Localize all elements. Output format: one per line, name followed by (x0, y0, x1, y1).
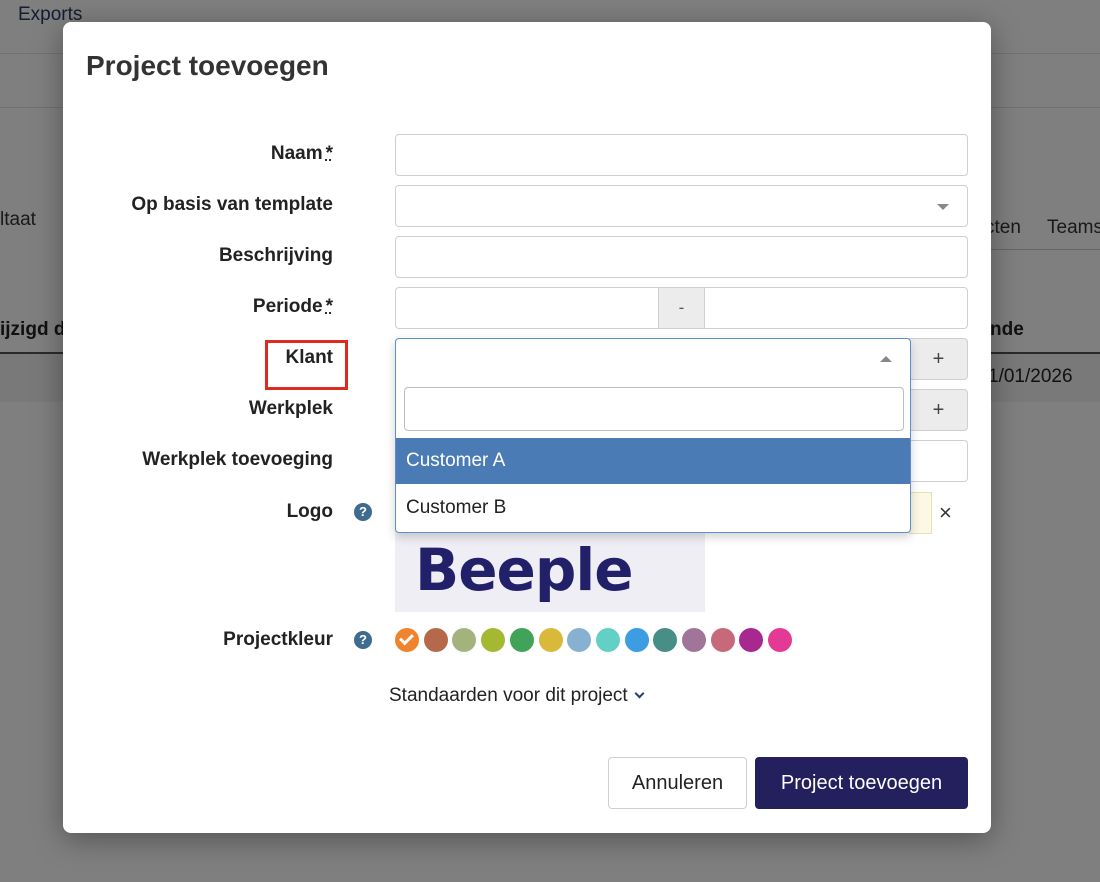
workplace-label: Werkplek (248, 398, 333, 419)
workplace-addition-label: Werkplek toevoeging (142, 449, 333, 470)
required-marker: * (325, 143, 333, 164)
chevron-up-icon (880, 356, 892, 362)
client-select[interactable] (396, 339, 910, 381)
logo-help-icon[interactable]: ? (354, 503, 372, 521)
client-option-customer-a[interactable]: Customer A (396, 438, 910, 484)
name-label: Naam * (270, 143, 333, 164)
period-label: Periode * (252, 296, 333, 317)
color-swatch[interactable] (768, 628, 793, 652)
name-input[interactable] (395, 134, 968, 176)
required-marker: * (325, 296, 333, 317)
color-swatch[interactable] (739, 628, 764, 652)
color-swatch[interactable] (423, 628, 448, 652)
client-search-input[interactable] (404, 387, 904, 431)
color-swatch[interactable] (624, 628, 649, 652)
logo-label: Logo (286, 501, 333, 522)
period-end-input[interactable] (704, 287, 968, 329)
template-label: Op basis van template (131, 194, 333, 215)
color-swatch[interactable] (682, 628, 706, 652)
period-separator: - (658, 287, 705, 329)
description-label: Beschrijving (218, 245, 333, 266)
checkmark-icon (399, 630, 414, 646)
add-client-button[interactable]: + (909, 338, 968, 380)
color-swatch[interactable] (452, 628, 477, 652)
cancel-button[interactable]: Annuleren (608, 757, 747, 809)
dialog-title: Project toevoegen (86, 50, 329, 81)
chevron-down-icon (634, 688, 645, 699)
logo-preview: Beeple (395, 530, 705, 612)
add-workplace-button[interactable]: + (909, 389, 968, 431)
period-start-input[interactable] (395, 287, 659, 329)
description-input[interactable] (395, 236, 968, 278)
add-project-dialog: Project toevoegen Naam * Op basis van tem… (63, 22, 991, 833)
project-defaults-toggle[interactable]: Standaarden voor dit project (389, 685, 645, 707)
color-swatch[interactable] (595, 628, 620, 652)
client-label-highlight (265, 340, 348, 390)
color-swatch[interactable] (395, 628, 419, 652)
client-dropdown: Customer A Customer B (395, 338, 911, 533)
logo-preview-wordmark: Beeple (415, 536, 634, 604)
logo-file-field[interactable] (909, 492, 932, 534)
remove-logo-close-icon[interactable]: × (939, 500, 952, 526)
client-option-customer-b[interactable]: Customer B (396, 485, 910, 531)
color-swatch[interactable] (710, 628, 735, 652)
color-label: Projectkleur (223, 629, 333, 650)
color-swatch[interactable] (509, 628, 534, 652)
color-swatch[interactable] (481, 628, 506, 652)
color-swatch[interactable] (653, 628, 678, 652)
color-help-icon[interactable]: ? (354, 631, 372, 649)
color-swatch[interactable] (538, 628, 563, 652)
template-select[interactable] (395, 185, 968, 227)
color-swatch[interactable] (567, 628, 592, 652)
add-project-button[interactable]: Project toevoegen (755, 757, 968, 809)
chevron-down-icon (937, 204, 949, 210)
